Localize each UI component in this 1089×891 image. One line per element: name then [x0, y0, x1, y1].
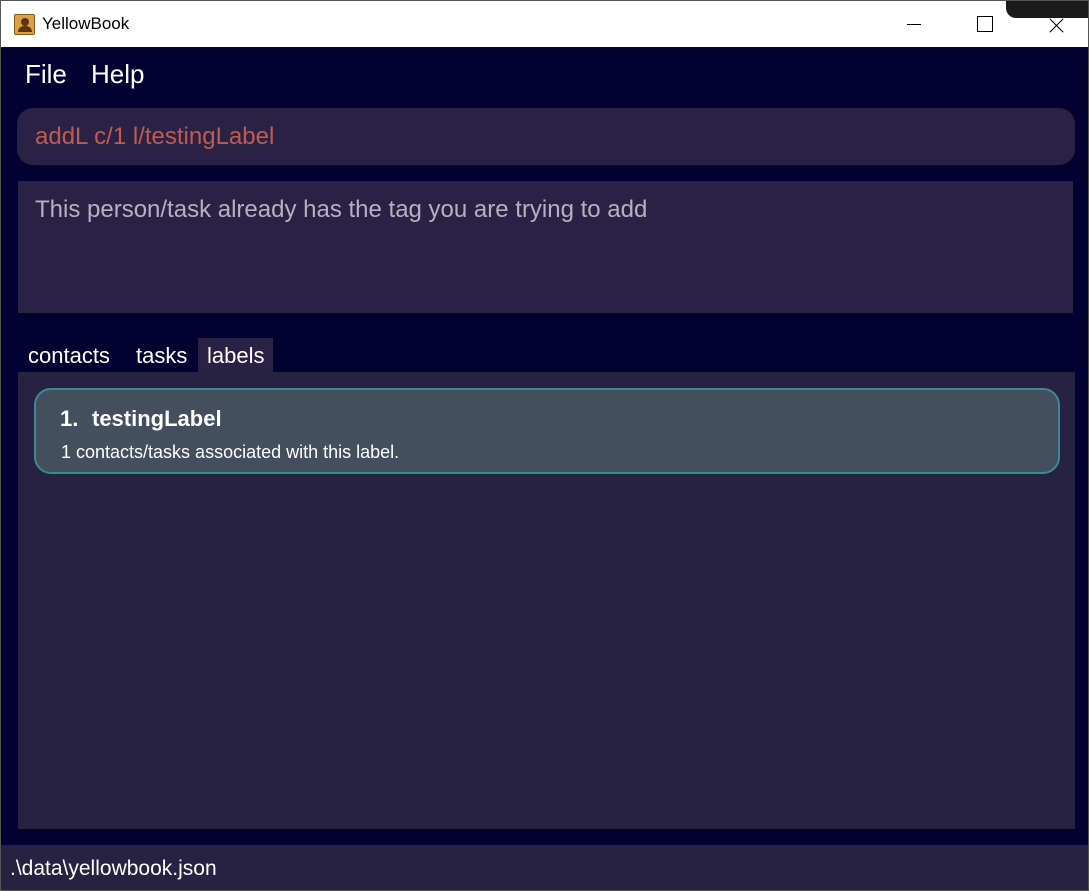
- tab-labels[interactable]: labels: [198, 338, 274, 372]
- data-file-path: .\data\yellowbook.json: [10, 857, 217, 880]
- app-window: YellowBook File Help This person/task al…: [0, 0, 1089, 891]
- list-item[interactable]: 1. testingLabel 1 contacts/tasks associa…: [34, 388, 1060, 474]
- menu-help[interactable]: Help: [91, 59, 144, 90]
- label-index: 1.: [60, 406, 79, 431]
- contact-book-icon: [14, 14, 35, 35]
- result-message: This person/task already has the tag you…: [35, 196, 648, 223]
- tab-contacts[interactable]: contacts: [19, 338, 119, 372]
- menu-file[interactable]: File: [25, 59, 67, 90]
- label-list-panel: 1. testingLabel 1 contacts/tasks associa…: [18, 372, 1075, 829]
- result-display: This person/task already has the tag you…: [18, 181, 1073, 313]
- title-bar[interactable]: YellowBook: [1, 1, 1088, 47]
- label-description: 1 contacts/tasks associated with this la…: [61, 442, 400, 462]
- window-title: YellowBook: [42, 14, 130, 33]
- minimize-button[interactable]: [879, 1, 947, 47]
- command-input[interactable]: [35, 123, 1035, 151]
- tab-tasks[interactable]: tasks: [127, 338, 196, 372]
- label-name: testingLabel: [92, 406, 222, 431]
- command-box[interactable]: [17, 108, 1075, 165]
- maximize-button[interactable]: [949, 1, 1017, 47]
- menu-bar: File Help: [1, 47, 1088, 99]
- close-button[interactable]: [1019, 1, 1087, 47]
- status-bar: .\data\yellowbook.json: [1, 845, 1088, 890]
